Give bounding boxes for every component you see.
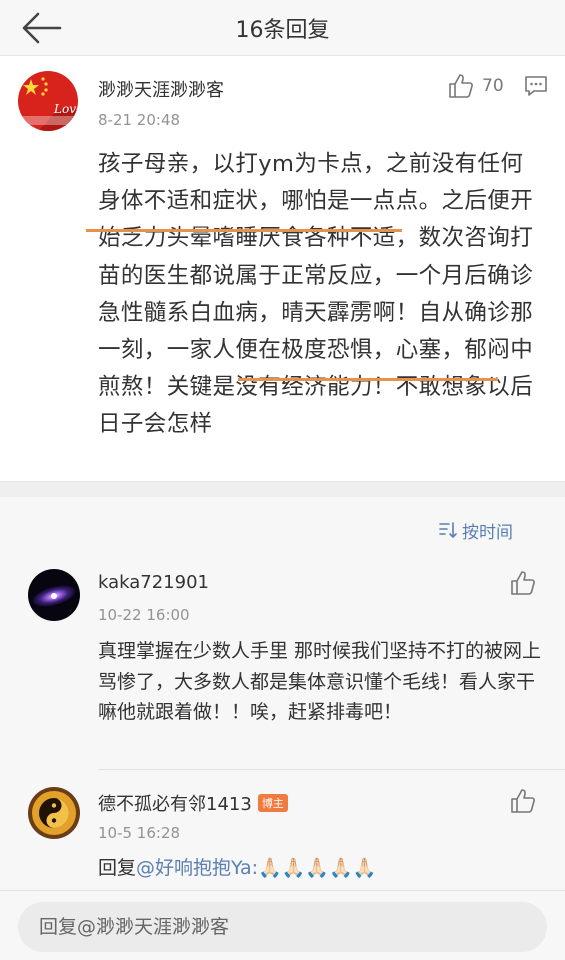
reply-author[interactable]: 德不孤必有邻1413 <box>98 794 252 815</box>
emoji-text: 🙏🏻🙏🏻🙏🏻🙏🏻🙏🏻 <box>258 857 377 879</box>
blogger-badge: 博主 <box>257 794 288 812</box>
avatar[interactable]: Love <box>18 71 78 131</box>
reply-item: kaka721901 10-22 16:00 真理掌握在少数人手里 那时候我们坚… <box>0 559 565 770</box>
mention-link[interactable]: @好响抱抱Ya: <box>136 857 258 879</box>
top-bar: 16条回复 <box>0 0 565 56</box>
reply-bar <box>0 890 565 960</box>
comment-button[interactable] <box>524 75 548 97</box>
section-divider <box>0 481 565 497</box>
post-timestamp: 8-21 20:48 <box>98 111 181 129</box>
sort-icon <box>439 522 457 538</box>
highlight-underline <box>86 229 402 232</box>
thumbs-up-icon <box>511 789 535 813</box>
reply-timestamp: 10-22 16:00 <box>98 606 190 624</box>
reply-author[interactable]: kaka721901 <box>98 572 209 593</box>
post-body: 孩子母亲，以打ym为卡点，之前没有任何身体不适和症状，哪怕是一点点。之后便开始乏… <box>98 151 534 438</box>
highlight-underline <box>238 378 498 381</box>
reply-prefix: 回复 <box>98 857 137 879</box>
reply-like-button[interactable] <box>510 788 536 814</box>
reply-body: 真理掌握在少数人手里 那时候我们坚持不打的被网上骂惨了，大多数人都是集体意识懂个… <box>98 640 542 723</box>
reply-item: 德不孤必有邻1413 博主 10-5 16:28 回复@好响抱抱Ya:🙏🏻🙏🏻🙏🏻… <box>0 769 565 890</box>
page-title: 16条回复 <box>235 18 330 43</box>
galaxy-avatar-icon <box>28 569 80 621</box>
thumbs-up-icon <box>449 74 473 98</box>
yin-yang-avatar-icon <box>28 787 80 839</box>
replies-section: 按时间 kaka721901 10-22 16:00 真理掌握在少数人手里 那时… <box>0 497 565 890</box>
thumbs-up-icon <box>511 571 535 595</box>
china-flag-avatar-icon: Love <box>18 71 78 131</box>
svg-text:Love: Love <box>53 102 78 116</box>
author-name[interactable]: 渺渺天涯渺渺客 <box>98 76 224 102</box>
reply-like-button[interactable] <box>510 570 536 596</box>
sort-by-time-button[interactable]: 按时间 <box>438 517 513 543</box>
reply-author-row: 德不孤必有邻1413 博主 <box>98 790 288 816</box>
like-count: 70 <box>482 76 504 96</box>
original-post: Love 渺渺天涯渺渺客 8-21 20:48 70 孩子母亲，以打ym为卡点，… <box>0 57 565 481</box>
reply-timestamp: 10-5 16:28 <box>98 824 181 842</box>
reply-body: 回复@好响抱抱Ya:🙏🏻🙏🏻🙏🏻🙏🏻🙏🏻 <box>98 853 543 884</box>
avatar[interactable] <box>28 787 80 839</box>
comment-icon <box>525 76 547 96</box>
reply-input[interactable] <box>18 902 547 952</box>
sort-label: 按时间 <box>462 522 513 543</box>
avatar[interactable] <box>28 569 80 621</box>
